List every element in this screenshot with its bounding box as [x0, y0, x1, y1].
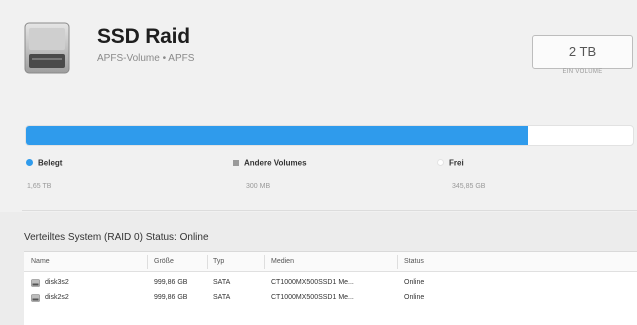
- used-color-dot: [26, 159, 33, 167]
- storage-usage-bar: [25, 125, 634, 146]
- column-separator: [264, 255, 265, 269]
- hard-drive-icon: [24, 22, 70, 74]
- legend-free-label: Frei: [449, 158, 464, 168]
- table-row[interactable]: disk2s2 999,86 GB SATA CT1000MX500SSD1 M…: [24, 292, 637, 305]
- row-disk-name: disk2s2: [45, 294, 69, 301]
- column-header-size[interactable]: Größe: [154, 258, 174, 265]
- other-volumes-color-square: [233, 159, 239, 166]
- disk-icon: [31, 279, 40, 287]
- section-divider: [22, 210, 637, 211]
- raid-status-text: Verteiltes System (RAID 0) Status: Onlin…: [24, 232, 209, 243]
- row-disk-size: 999,86 GB: [154, 279, 188, 286]
- column-header-media[interactable]: Medien: [271, 258, 294, 265]
- row-disk-type: SATA: [213, 279, 231, 286]
- row-disk-media: CT1000MX500SSD1 Me...: [271, 294, 354, 301]
- column-separator: [397, 255, 398, 269]
- legend-used-value: 1,65 TB: [27, 183, 52, 190]
- volume-size-value: 2 TB: [568, 44, 597, 59]
- raid-member-table: Name Größe Typ Medien Status disk3s2 999…: [24, 251, 637, 325]
- column-separator: [207, 255, 208, 269]
- row-disk-media: CT1000MX500SSD1 Me...: [271, 279, 354, 286]
- volume-size-caption: EIN VOLUME: [562, 69, 603, 75]
- table-row[interactable]: disk3s2 999,86 GB SATA CT1000MX500SSD1 M…: [24, 277, 637, 290]
- legend-used-label: Belegt: [38, 158, 63, 168]
- volume-name: SSD Raid: [97, 25, 190, 48]
- legend-used: Belegt 1,65 TB: [26, 154, 62, 190]
- column-header-status[interactable]: Status: [404, 258, 424, 265]
- row-disk-size: 999,86 GB: [154, 294, 188, 301]
- legend-other-label: Andere Volumes: [244, 158, 307, 168]
- row-disk-status: Online: [404, 279, 425, 286]
- table-header: Name Größe Typ Medien Status: [24, 252, 637, 272]
- free-color-dot: [437, 159, 444, 167]
- storage-used-fill: [26, 126, 528, 145]
- column-header-type[interactable]: Typ: [213, 258, 224, 265]
- disk-icon: [31, 294, 40, 302]
- row-disk-type: SATA: [213, 294, 231, 301]
- legend-other-value: 300 MB: [246, 183, 271, 190]
- row-disk-name: disk3s2: [45, 279, 69, 286]
- legend-free: Frei 345,85 GB: [437, 154, 485, 190]
- volume-size-box: 2 TB: [532, 35, 633, 69]
- volume-info-panel: [0, 0, 637, 212]
- row-disk-status: Online: [404, 294, 425, 301]
- volume-subtitle: APFS-Volume • APFS: [97, 53, 195, 64]
- column-header-name[interactable]: Name: [31, 258, 50, 265]
- legend-other-volumes: Andere Volumes 300 MB: [233, 154, 307, 190]
- column-separator: [147, 255, 148, 269]
- legend-free-value: 345,85 GB: [452, 183, 486, 190]
